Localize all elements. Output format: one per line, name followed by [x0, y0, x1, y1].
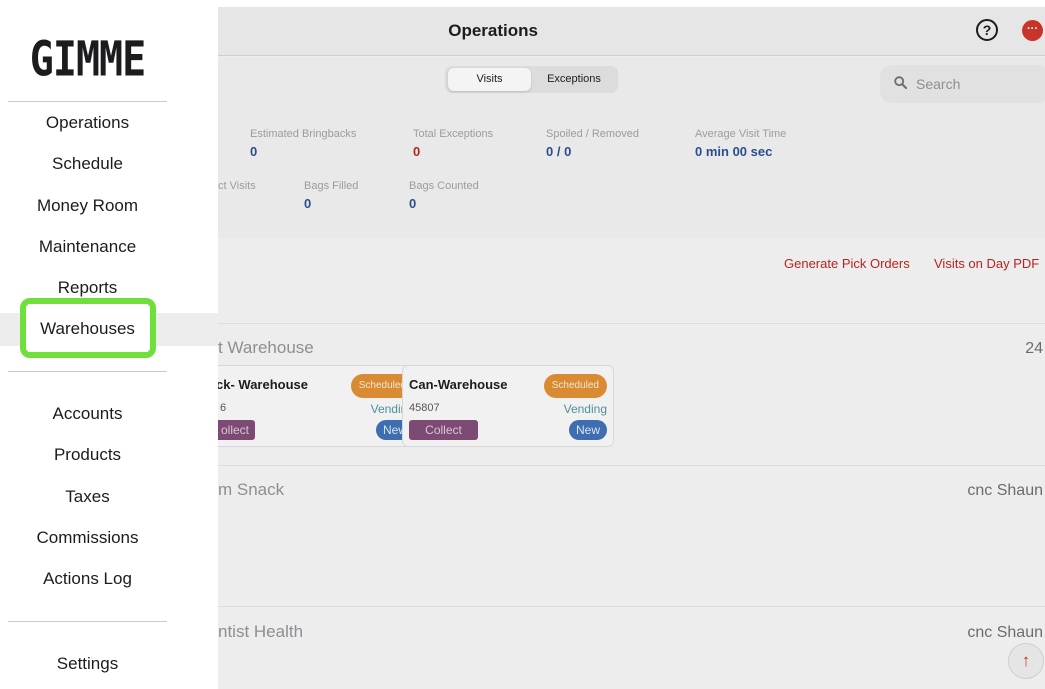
collect-button[interactable]: ollect [218, 420, 255, 440]
status-strip [218, 0, 1045, 7]
arrow-up-icon: ↑ [1021, 651, 1031, 670]
sidebar-divider [8, 621, 167, 622]
tab-visits[interactable]: Visits [448, 68, 531, 91]
tab-exceptions[interactable]: Exceptions [533, 68, 615, 91]
stat-spoiled-removed: Spoiled / Removed 0 / 0 [546, 128, 639, 159]
group-header[interactable]: ntist Health cnc Shaun [218, 610, 1045, 650]
group-divider [218, 606, 1045, 607]
visit-card-name: Can-Warehouse [409, 377, 508, 392]
stat-value: 0 [409, 196, 417, 211]
stat-total-exceptions: Total Exceptions 0 [413, 128, 493, 159]
search-icon [894, 76, 907, 89]
visit-card-number: 45807 [409, 402, 440, 414]
stat-bags-filled: Bags Filled 0 [304, 180, 358, 211]
sidebar-item-maintenance[interactable]: Maintenance [0, 237, 175, 257]
group-divider [218, 323, 1045, 324]
stat-label: Spoiled / Removed [546, 128, 639, 140]
page-title: Operations [448, 21, 538, 40]
sidebar-item-money-room[interactable]: Money Room [0, 196, 175, 216]
group-driver: cnc Shaun [967, 482, 1043, 499]
sidebar-item-taxes[interactable]: Taxes [0, 487, 175, 507]
sidebar-item-products[interactable]: Products [0, 445, 175, 465]
sidebar-item-actions-log[interactable]: Actions Log [0, 569, 175, 589]
group-driver: cnc Shaun [967, 624, 1043, 641]
group-name: ntist Health [218, 622, 304, 641]
scroll-to-top-button[interactable]: ↑ [1008, 643, 1044, 679]
stat-label: Estimated Bringbacks [250, 128, 357, 140]
group-header[interactable]: m Snack cnc Shaun [218, 468, 1045, 508]
new-badge: New [569, 420, 607, 440]
stat-label: Average Visit Time [695, 128, 787, 140]
generate-pick-orders-link[interactable]: Generate Pick Orders [784, 256, 910, 271]
visit-card-number: 6 [220, 402, 227, 414]
stat-label: Total Exceptions [413, 128, 494, 140]
stats-panel: Estimated Bringbacks 0 Total Exceptions … [218, 109, 1045, 238]
sidebar-item-operations[interactable]: Operations [0, 113, 175, 133]
group-name: m Snack [218, 480, 285, 499]
stat-value: 0 [413, 144, 421, 159]
stat-estimated-bringbacks: Estimated Bringbacks 0 [250, 128, 356, 159]
sidebar-item-reports[interactable]: Reports [0, 278, 175, 298]
sidebar-item-schedule[interactable]: Schedule [0, 154, 175, 174]
sidebar-divider [8, 101, 167, 102]
stat-value: 0 [304, 196, 312, 211]
sidebar-item-warehouses[interactable]: Warehouses [0, 319, 175, 339]
help-icon[interactable]: ? [976, 19, 998, 41]
sidebar-item-accounts[interactable]: Accounts [0, 404, 175, 424]
search-placeholder: Search [916, 76, 961, 92]
stat-value: 0 [250, 144, 258, 159]
group-header[interactable]: t Warehouse 24 [218, 326, 1045, 366]
sidebar-item-commissions[interactable]: Commissions [0, 528, 175, 548]
visit-card-name: ck- Warehouse [218, 377, 308, 392]
sidebar-divider [8, 371, 167, 372]
status-badge: Scheduled [543, 374, 607, 398]
stat-bags-counted: Bags Counted 0 [409, 180, 479, 211]
app-logo: GIMME [29, 32, 146, 88]
stat-average-visit-time: Average Visit Time 0 min 00 sec [695, 128, 786, 159]
visit-card[interactable]: Can-Warehouse Scheduled 45807 Vending Co… [402, 365, 614, 447]
visits-on-day-pdf-link[interactable]: Visits on Day PDF [934, 256, 1039, 271]
visit-card[interactable]: ck- Warehouse Scheduled 6 Vending ollect… [218, 365, 421, 447]
stat-label: ct Visits [218, 180, 256, 192]
group-name: t Warehouse [218, 338, 314, 357]
stat-label: Bags Filled [304, 180, 359, 192]
main-content: Operations ? ··· Visits Exceptions Searc… [218, 0, 1045, 689]
view-segmented-control: Visits Exceptions [445, 66, 618, 93]
stat-value: 0 min 00 sec [695, 144, 773, 159]
stat-label: Bags Counted [409, 180, 479, 192]
more-options-icon[interactable]: ··· [1022, 20, 1043, 41]
controls-bar: Visits Exceptions Search [218, 57, 1045, 109]
collect-button[interactable]: Collect [409, 420, 478, 440]
group-count: 24 [1025, 340, 1043, 357]
sidebar-menu: GIMME Operations Schedule Money Room Mai… [0, 0, 218, 689]
stat-value: 0 / 0 [546, 144, 572, 159]
stat-visits: ct Visits [218, 180, 256, 192]
group-divider [218, 465, 1045, 466]
title-bar: Operations ? ··· [218, 7, 1045, 56]
sidebar-item-settings[interactable]: Settings [0, 654, 175, 674]
search-input[interactable]: Search [880, 65, 1045, 103]
visit-card-type: Vending [563, 402, 607, 416]
actions-row: Generate Pick Orders Visits on Day PDF [218, 238, 1045, 322]
